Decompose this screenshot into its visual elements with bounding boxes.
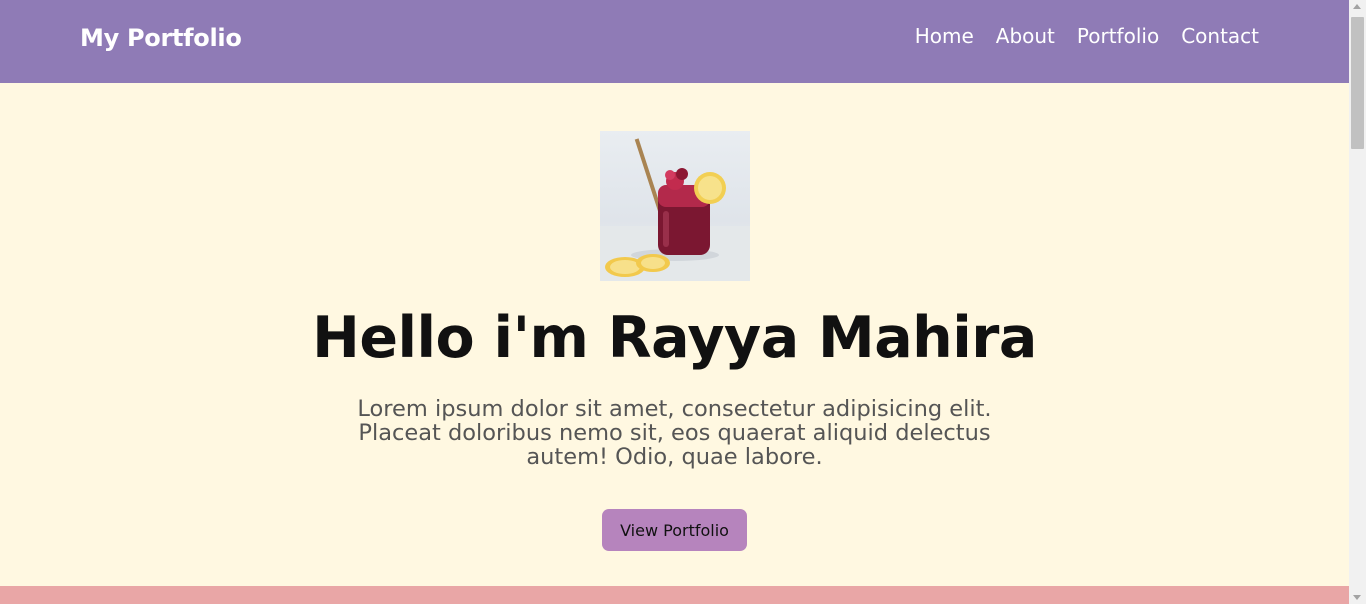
nav-link-home[interactable]: Home — [915, 24, 974, 48]
brand-logo-link[interactable]: My Portfolio — [80, 24, 242, 52]
scroll-down-arrow-icon[interactable] — [1353, 595, 1361, 600]
hero-description: Lorem ipsum dolor sit amet, consectetur … — [357, 396, 992, 470]
hero-title: Hello i'm Rayya Mahira — [312, 305, 1037, 371]
page: My Portfolio Home About Portfolio Contac… — [0, 0, 1349, 604]
nav-link-about[interactable]: About — [996, 24, 1055, 48]
scroll-thumb[interactable] — [1351, 17, 1364, 149]
hero-photo — [600, 131, 750, 281]
next-section-edge — [0, 586, 1349, 604]
nav-link-contact[interactable]: Contact — [1181, 24, 1259, 48]
vertical-scrollbar[interactable] — [1349, 0, 1366, 604]
drink-photo-illustration — [600, 138, 750, 281]
view-portfolio-button[interactable]: View Portfolio — [602, 509, 747, 551]
navbar: My Portfolio Home About Portfolio Contac… — [0, 0, 1349, 83]
hero-section: Hello i'm Rayya Mahira Lorem ipsum dolor… — [0, 83, 1349, 586]
scroll-up-arrow-icon[interactable] — [1353, 4, 1361, 9]
nav-link-portfolio[interactable]: Portfolio — [1077, 24, 1159, 48]
nav-links: Home About Portfolio Contact — [915, 24, 1259, 48]
